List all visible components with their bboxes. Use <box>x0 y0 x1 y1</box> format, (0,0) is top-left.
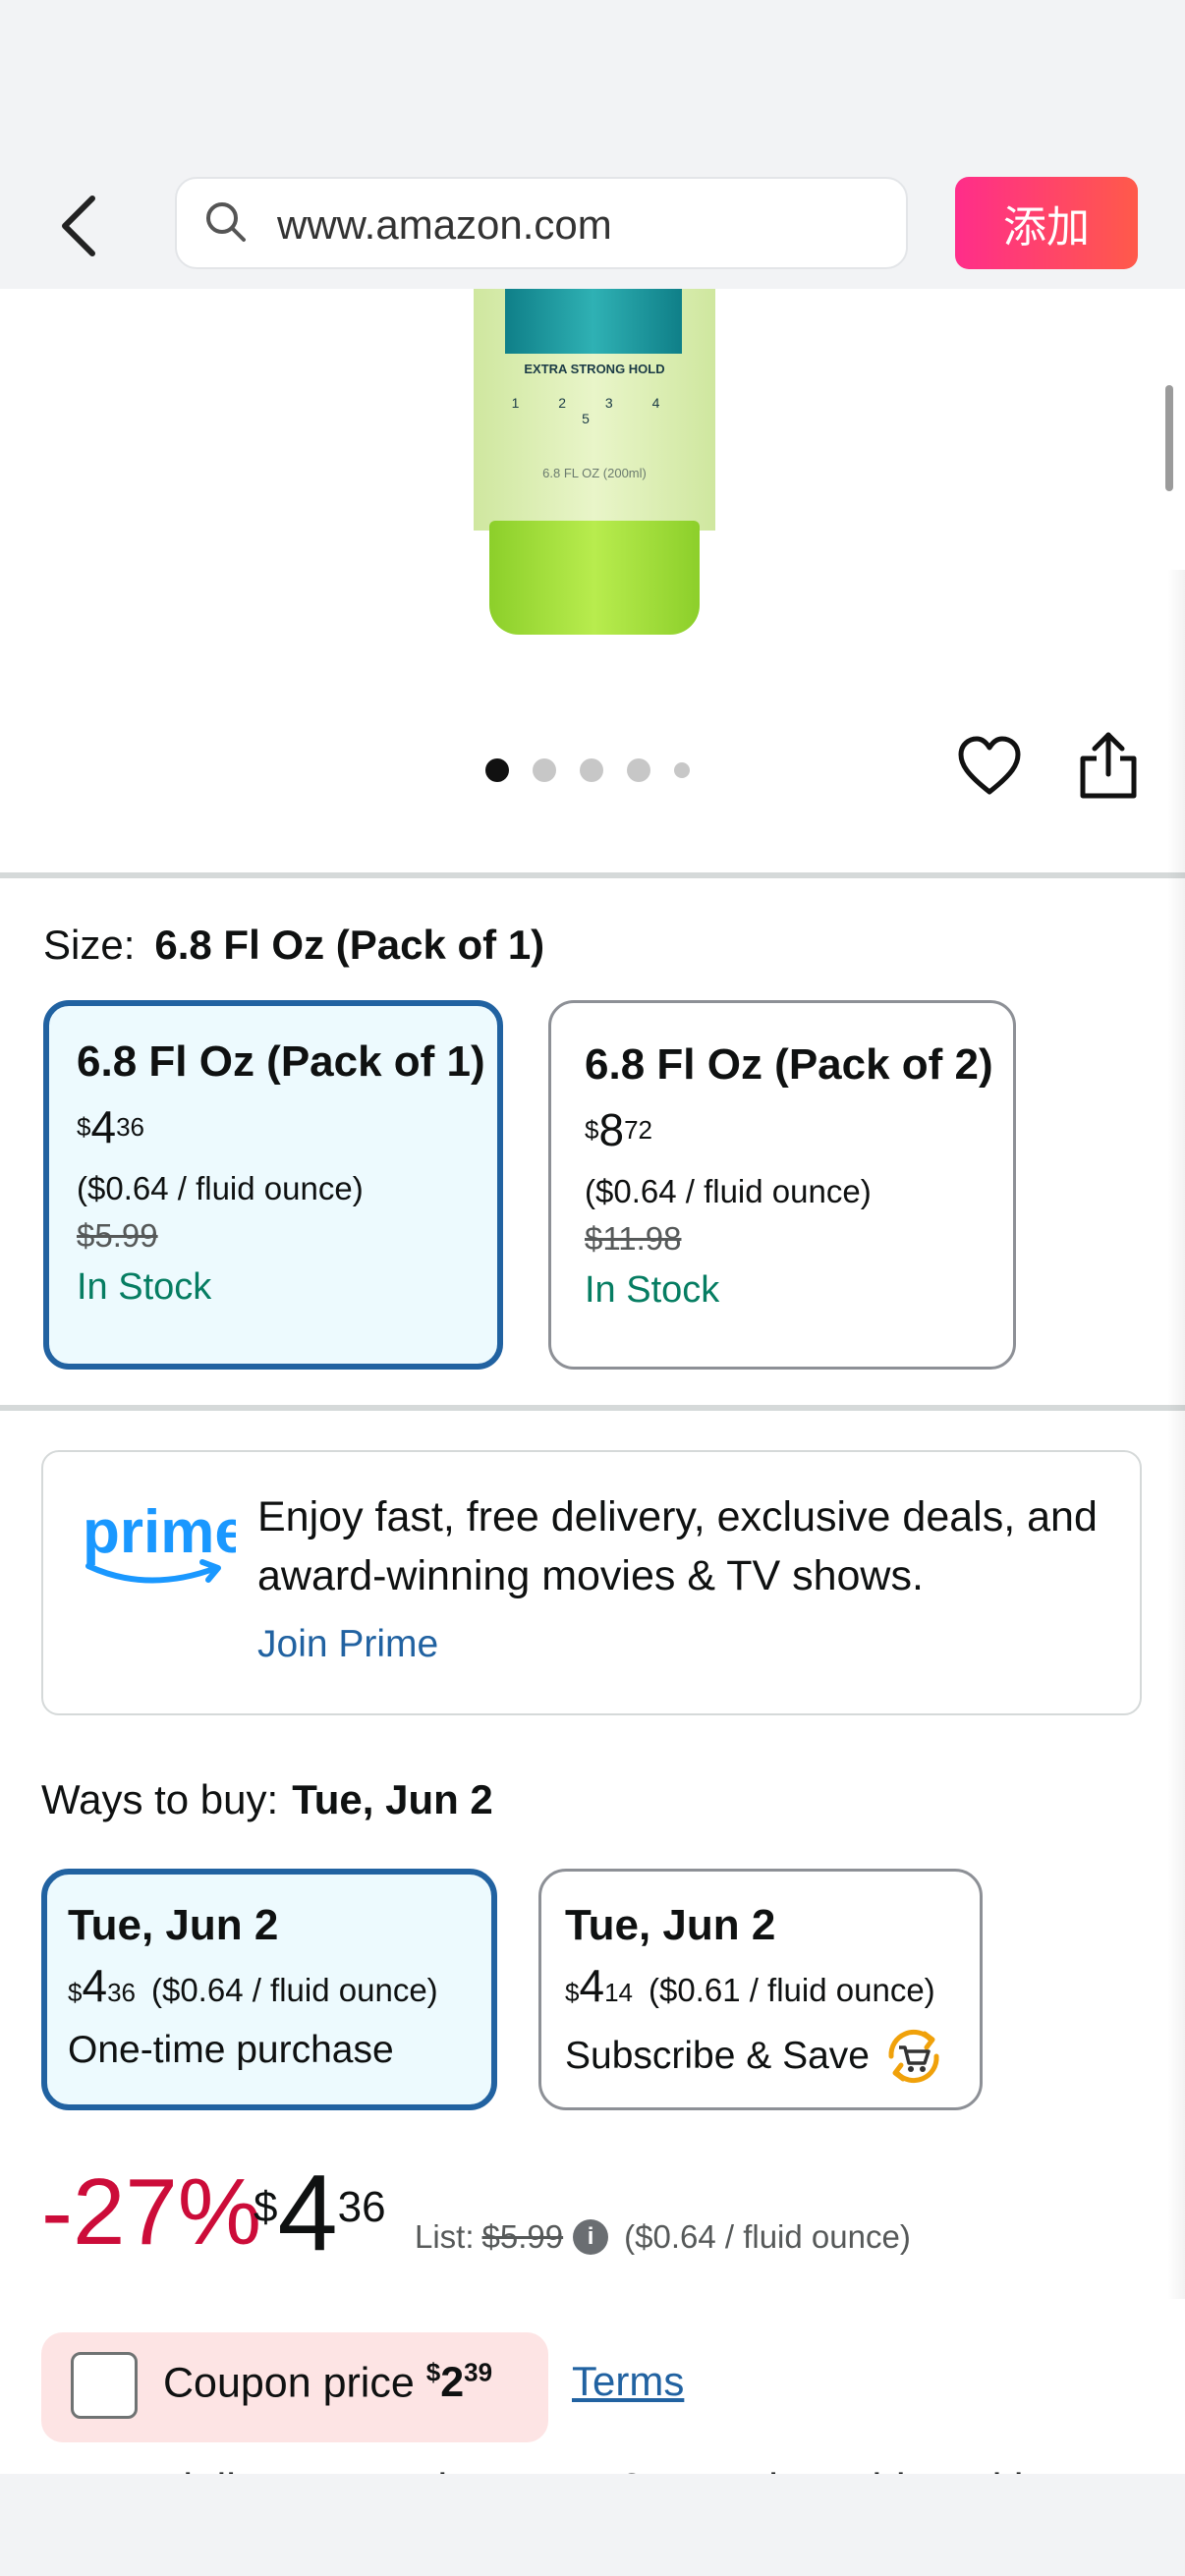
bottle-size-text: 6.8 FL OZ (200ml) <box>542 466 647 480</box>
size-option-price: $436 <box>77 1101 144 1152</box>
join-prime-link[interactable]: Join Prime <box>257 1623 438 1666</box>
share-button[interactable] <box>1077 731 1140 802</box>
coupon-label-row: Coupon price $239 <box>163 2358 492 2407</box>
edge-shadow <box>1167 570 1185 2299</box>
delivery-text-cut: FREE delivery Tuesday, June 2 on orders … <box>41 2460 1122 2474</box>
svg-text:prime: prime <box>83 1498 236 1566</box>
coupon-price: $239 <box>425 2358 493 2407</box>
coupon-checkbox[interactable] <box>71 2352 138 2419</box>
address-bar[interactable]: www.amazon.com <box>175 177 908 269</box>
ways-option-price: $4 36 ($0.64 / fluid ounce) <box>68 1958 491 2020</box>
carousel-dot[interactable] <box>627 758 650 782</box>
browser-bottom-bar <box>0 2474 1185 2576</box>
main-price: $436 <box>254 2153 386 2273</box>
size-option-title: 6.8 Fl Oz (Pack of 2) <box>585 1040 993 1089</box>
chevron-left-icon <box>62 196 95 256</box>
bottle-label: EXTRA STRONG HOLD <box>524 362 665 376</box>
bottle-cap <box>489 521 700 635</box>
size-option-pack-of-1[interactable]: 6.8 Fl Oz (Pack of 1) $436 ($0.64 / flui… <box>43 1000 503 1370</box>
search-icon <box>206 202 246 242</box>
heart-icon <box>958 736 1021 795</box>
browser-top-bar: www.amazon.com 添加 <box>0 0 1185 289</box>
main-unit-price: ($0.64 / fluid ounce) <box>624 2218 911 2255</box>
coupon-label: Coupon price <box>163 2359 415 2407</box>
ways-to-buy-heading: Ways to buy: Tue, Jun 2 <box>41 1776 493 1823</box>
size-option-pack-of-2[interactable]: 6.8 Fl Oz (Pack of 2) $872 ($0.64 / flui… <box>548 1000 1016 1370</box>
share-icon <box>1080 732 1137 799</box>
ways-option-one-time[interactable]: Tue, Jun 2 $4 36 ($0.64 / fluid ounce) On… <box>41 1869 497 2110</box>
add-button[interactable]: 添加 <box>955 177 1138 269</box>
ways-option-unit-price: ($0.61 / fluid ounce) <box>648 1972 935 2008</box>
carousel-dot[interactable] <box>533 758 556 782</box>
size-option-stock: In Stock <box>77 1266 212 1308</box>
list-price-label: List: <box>415 2218 475 2255</box>
ways-option-unit-price: ($0.64 / fluid ounce) <box>150 1972 438 2008</box>
size-option-stock: In Stock <box>585 1269 720 1311</box>
ways-to-buy-label: Ways to buy: <box>41 1776 279 1822</box>
discount-percentage: -27% <box>41 2159 262 2265</box>
ways-option-type-row: Subscribe & Save <box>565 2024 980 2089</box>
carousel-dot[interactable] <box>674 762 690 778</box>
ways-option-type: Subscribe & Save <box>565 2035 871 2077</box>
carousel-dot[interactable] <box>485 758 509 782</box>
carousel-dots[interactable] <box>485 758 690 782</box>
prime-message: Enjoy fast, free delivery, exclusive dea… <box>257 1493 1098 1599</box>
wishlist-button[interactable] <box>957 735 1022 800</box>
product-image-area: EXTRA STRONG HOLD 1 2 3 4 5 6.8 FL OZ (2… <box>0 289 1185 874</box>
size-heading: Size: 6.8 Fl Oz (Pack of 1) <box>43 922 544 969</box>
list-price-row: List: $5.99 i ($0.64 / fluid ounce) <box>415 2218 911 2256</box>
size-option-list-price: $11.98 <box>585 1220 682 1257</box>
ways-option-subscribe[interactable]: Tue, Jun 2 $4 14 ($0.61 / fluid ounce) Su… <box>538 1869 983 2110</box>
bottle-scale: 1 2 3 4 5 <box>511 395 678 426</box>
size-selected-value: 6.8 Fl Oz (Pack of 1) <box>154 922 545 968</box>
list-price-value: $5.99 <box>481 2218 564 2255</box>
size-option-title: 6.8 Fl Oz (Pack of 1) <box>77 1037 485 1086</box>
ways-option-price: $4 14 ($0.61 / fluid ounce) <box>565 1958 980 2020</box>
url-text: www.amazon.com <box>277 201 612 248</box>
ways-option-date: Tue, Jun 2 <box>565 1901 776 1949</box>
coupon-terms-link[interactable]: Terms <box>572 2358 684 2405</box>
back-button[interactable] <box>51 187 110 265</box>
scrollbar-thumb[interactable] <box>1165 385 1173 491</box>
section-divider <box>0 1405 1185 1411</box>
size-option-unit-price: ($0.64 / fluid ounce) <box>77 1170 364 1206</box>
size-option-unit-price: ($0.64 / fluid ounce) <box>585 1173 872 1209</box>
prime-logo-icon: prime <box>83 1498 236 1584</box>
coupon-box: Coupon price $239 <box>41 2332 548 2442</box>
subscribe-cart-icon <box>888 2029 939 2084</box>
size-option-price: $872 <box>585 1104 652 1155</box>
section-divider <box>0 872 1185 878</box>
size-option-list-price: $5.99 <box>77 1217 158 1254</box>
size-label: Size: <box>43 922 136 968</box>
bottle-band <box>505 289 682 354</box>
ways-option-date: Tue, Jun 2 <box>68 1901 279 1949</box>
ways-to-buy-selected: Tue, Jun 2 <box>292 1776 493 1822</box>
ways-option-type: One-time purchase <box>68 2029 394 2071</box>
carousel-dot[interactable] <box>580 758 603 782</box>
info-icon[interactable]: i <box>573 2219 609 2255</box>
prime-banner: prime Enjoy fast, free delivery, exclusi… <box>41 1450 1142 1715</box>
